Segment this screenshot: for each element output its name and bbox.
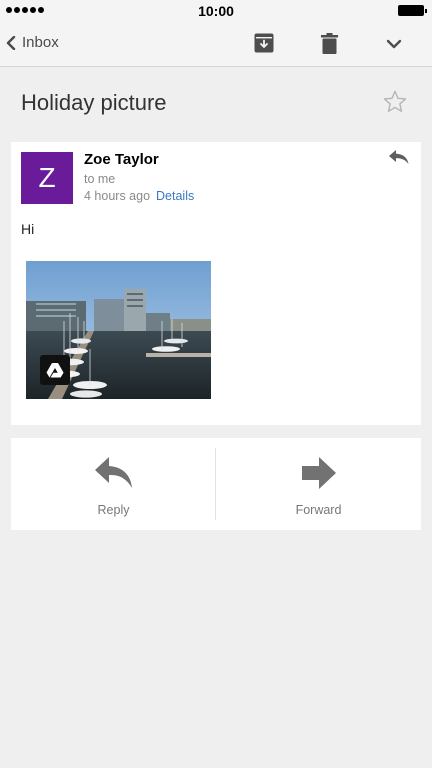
recipient-text: to me — [84, 172, 116, 186]
status-bar: 10:00 — [0, 0, 432, 22]
reply-arrow-icon — [389, 150, 409, 164]
reply-label: Reply — [97, 503, 130, 517]
quick-reply-button[interactable] — [388, 149, 410, 170]
back-chevron-icon — [6, 35, 16, 50]
actions-card: Reply Forward — [11, 438, 421, 530]
time-ago: 4 hours ago — [84, 189, 151, 203]
reply-arrow-icon — [94, 457, 132, 488]
photo-attachment[interactable] — [26, 261, 211, 399]
message-card: Z Zoe Taylor to me 4 hours ago Details Hi — [11, 142, 421, 425]
details-link[interactable]: Details — [156, 189, 194, 203]
archive-icon — [254, 33, 274, 53]
sender-name[interactable]: Zoe Taylor — [84, 151, 159, 168]
email-subject: Holiday picture — [21, 90, 167, 115]
google-drive-icon — [46, 363, 64, 378]
trash-icon — [321, 33, 338, 54]
chevron-down-icon — [386, 39, 402, 49]
more-options-button[interactable] — [386, 36, 402, 54]
battery-icon — [398, 5, 427, 16]
star-outline-icon — [383, 90, 407, 113]
toolbar: Inbox — [0, 22, 432, 67]
forward-label: Forward — [295, 503, 342, 517]
sender-avatar[interactable]: Z — [21, 152, 73, 204]
forward-arrow-icon — [301, 457, 336, 489]
message-meta: 4 hours ago Details — [84, 189, 194, 203]
star-button[interactable] — [382, 89, 408, 120]
back-to-inbox-button[interactable]: Inbox — [6, 34, 59, 51]
status-clock: 10:00 — [198, 3, 234, 19]
back-label: Inbox — [22, 34, 59, 51]
message-body: Hi — [21, 221, 35, 237]
delete-button[interactable] — [321, 33, 338, 59]
archive-button[interactable] — [254, 33, 274, 58]
forward-button[interactable]: Forward — [216, 438, 421, 530]
reply-button[interactable]: Reply — [11, 438, 216, 530]
google-drive-badge[interactable] — [40, 355, 70, 385]
